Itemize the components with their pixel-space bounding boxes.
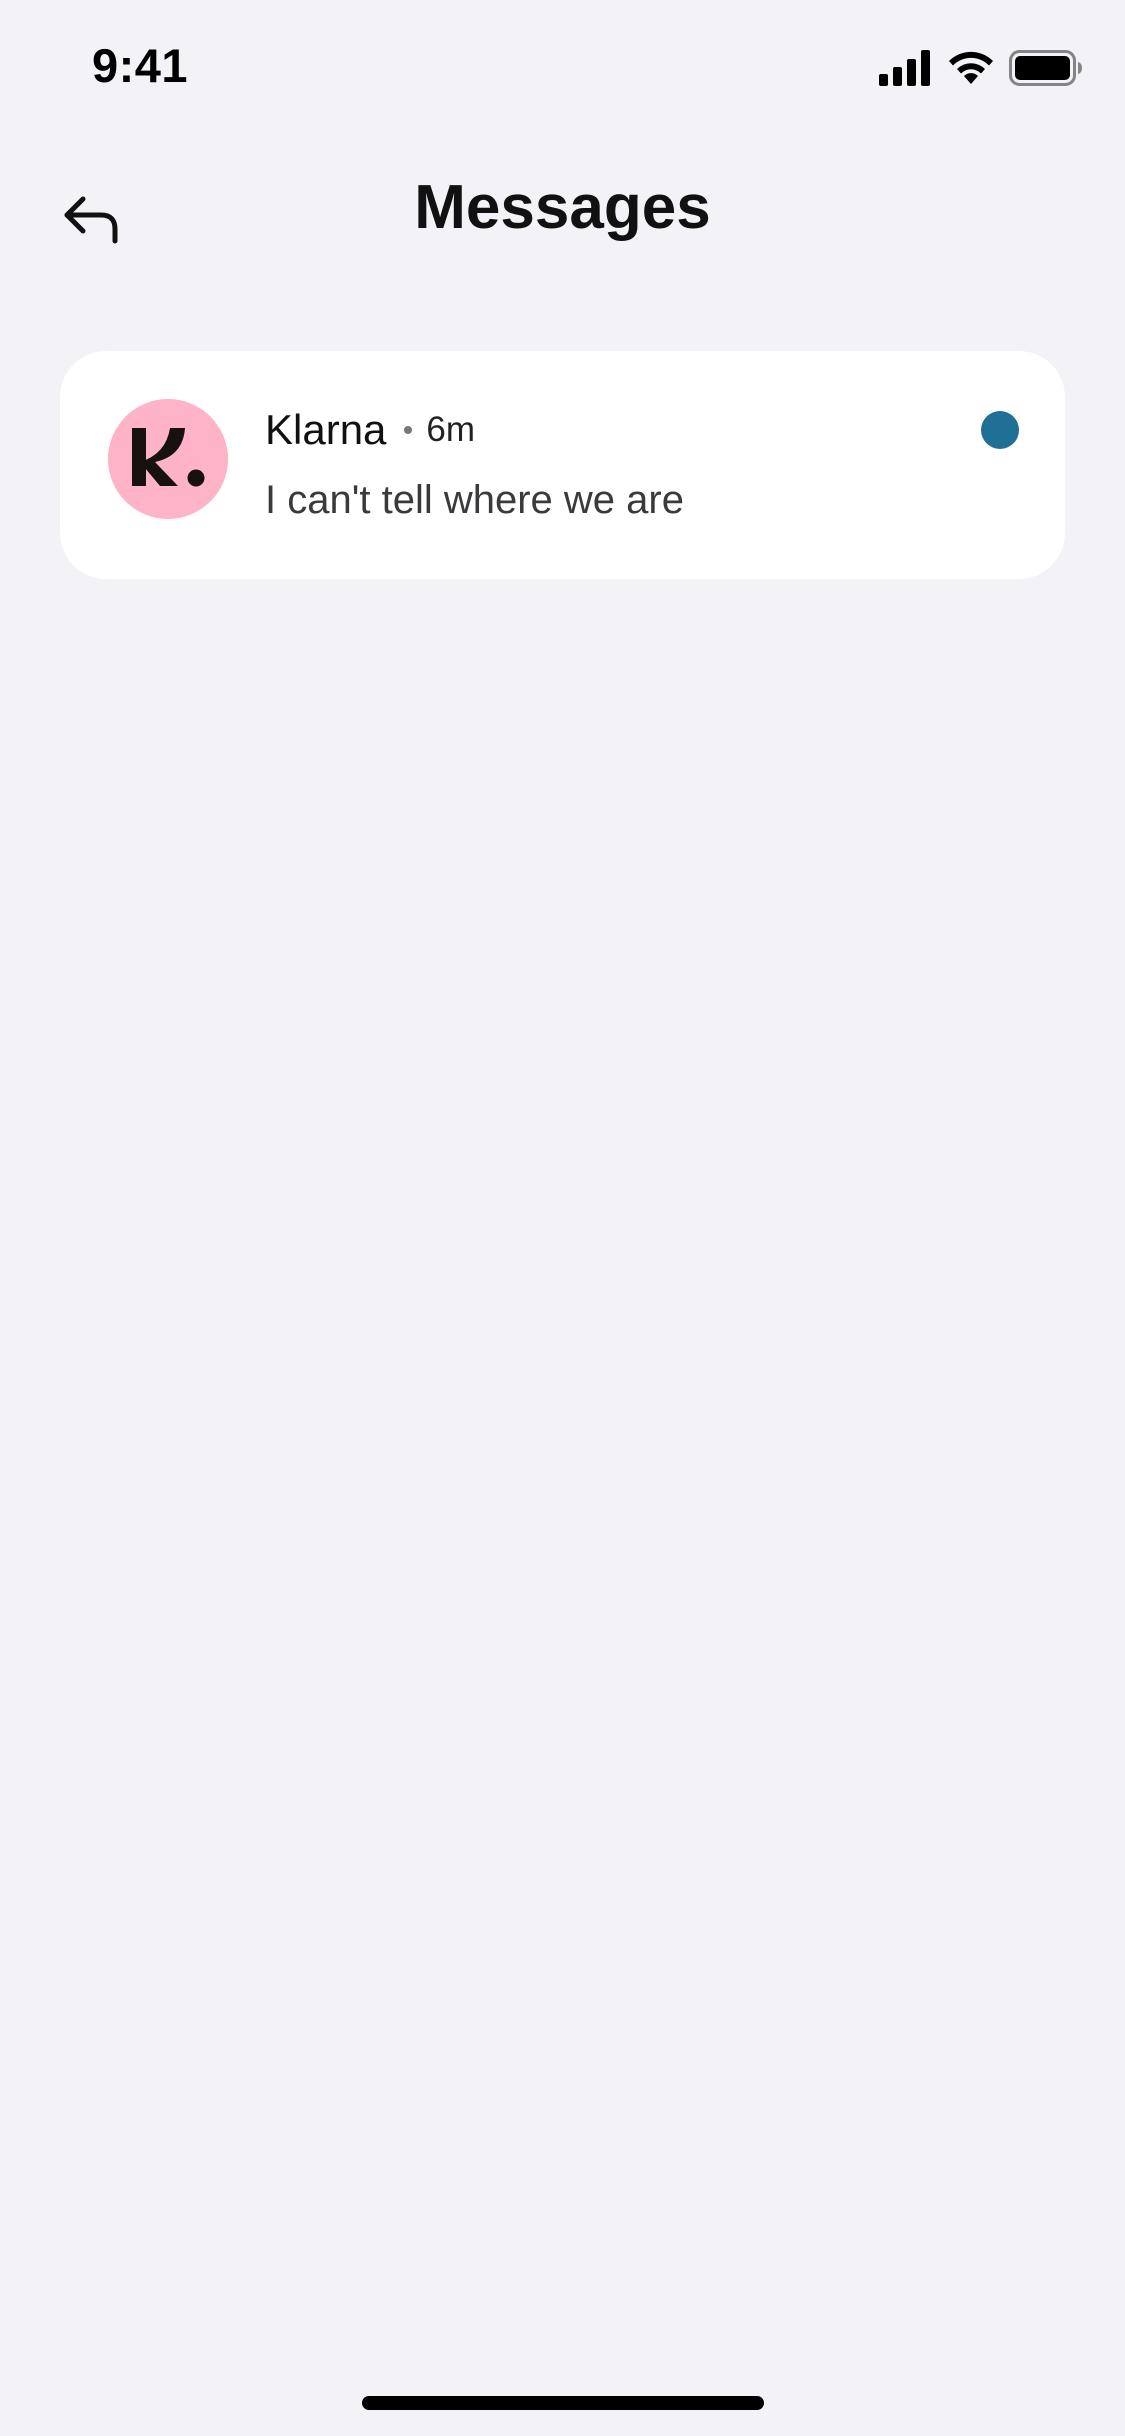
status-icons [879,49,1083,91]
message-meta: Klarna 6m [265,406,475,454]
unread-indicator [981,411,1019,449]
page-title: Messages [414,173,711,242]
avatar [108,399,228,519]
status-bar: 9:41 [0,0,1125,132]
sender-name: Klarna [265,406,387,453]
message-time: 6m [426,410,476,449]
status-time: 9:41 [92,39,189,92]
home-indicator[interactable] [362,2396,764,2410]
header: Messages [0,150,1125,270]
cellular-signal-icon [879,49,933,91]
klarna-logo-icon [130,424,206,495]
separator-dot [404,426,413,434]
battery-icon [1009,49,1083,91]
message-item-klarna[interactable]: Klarna 6m I can't tell where we are [60,351,1065,579]
wifi-icon [947,50,995,91]
message-preview: I can't tell where we are [265,478,684,522]
